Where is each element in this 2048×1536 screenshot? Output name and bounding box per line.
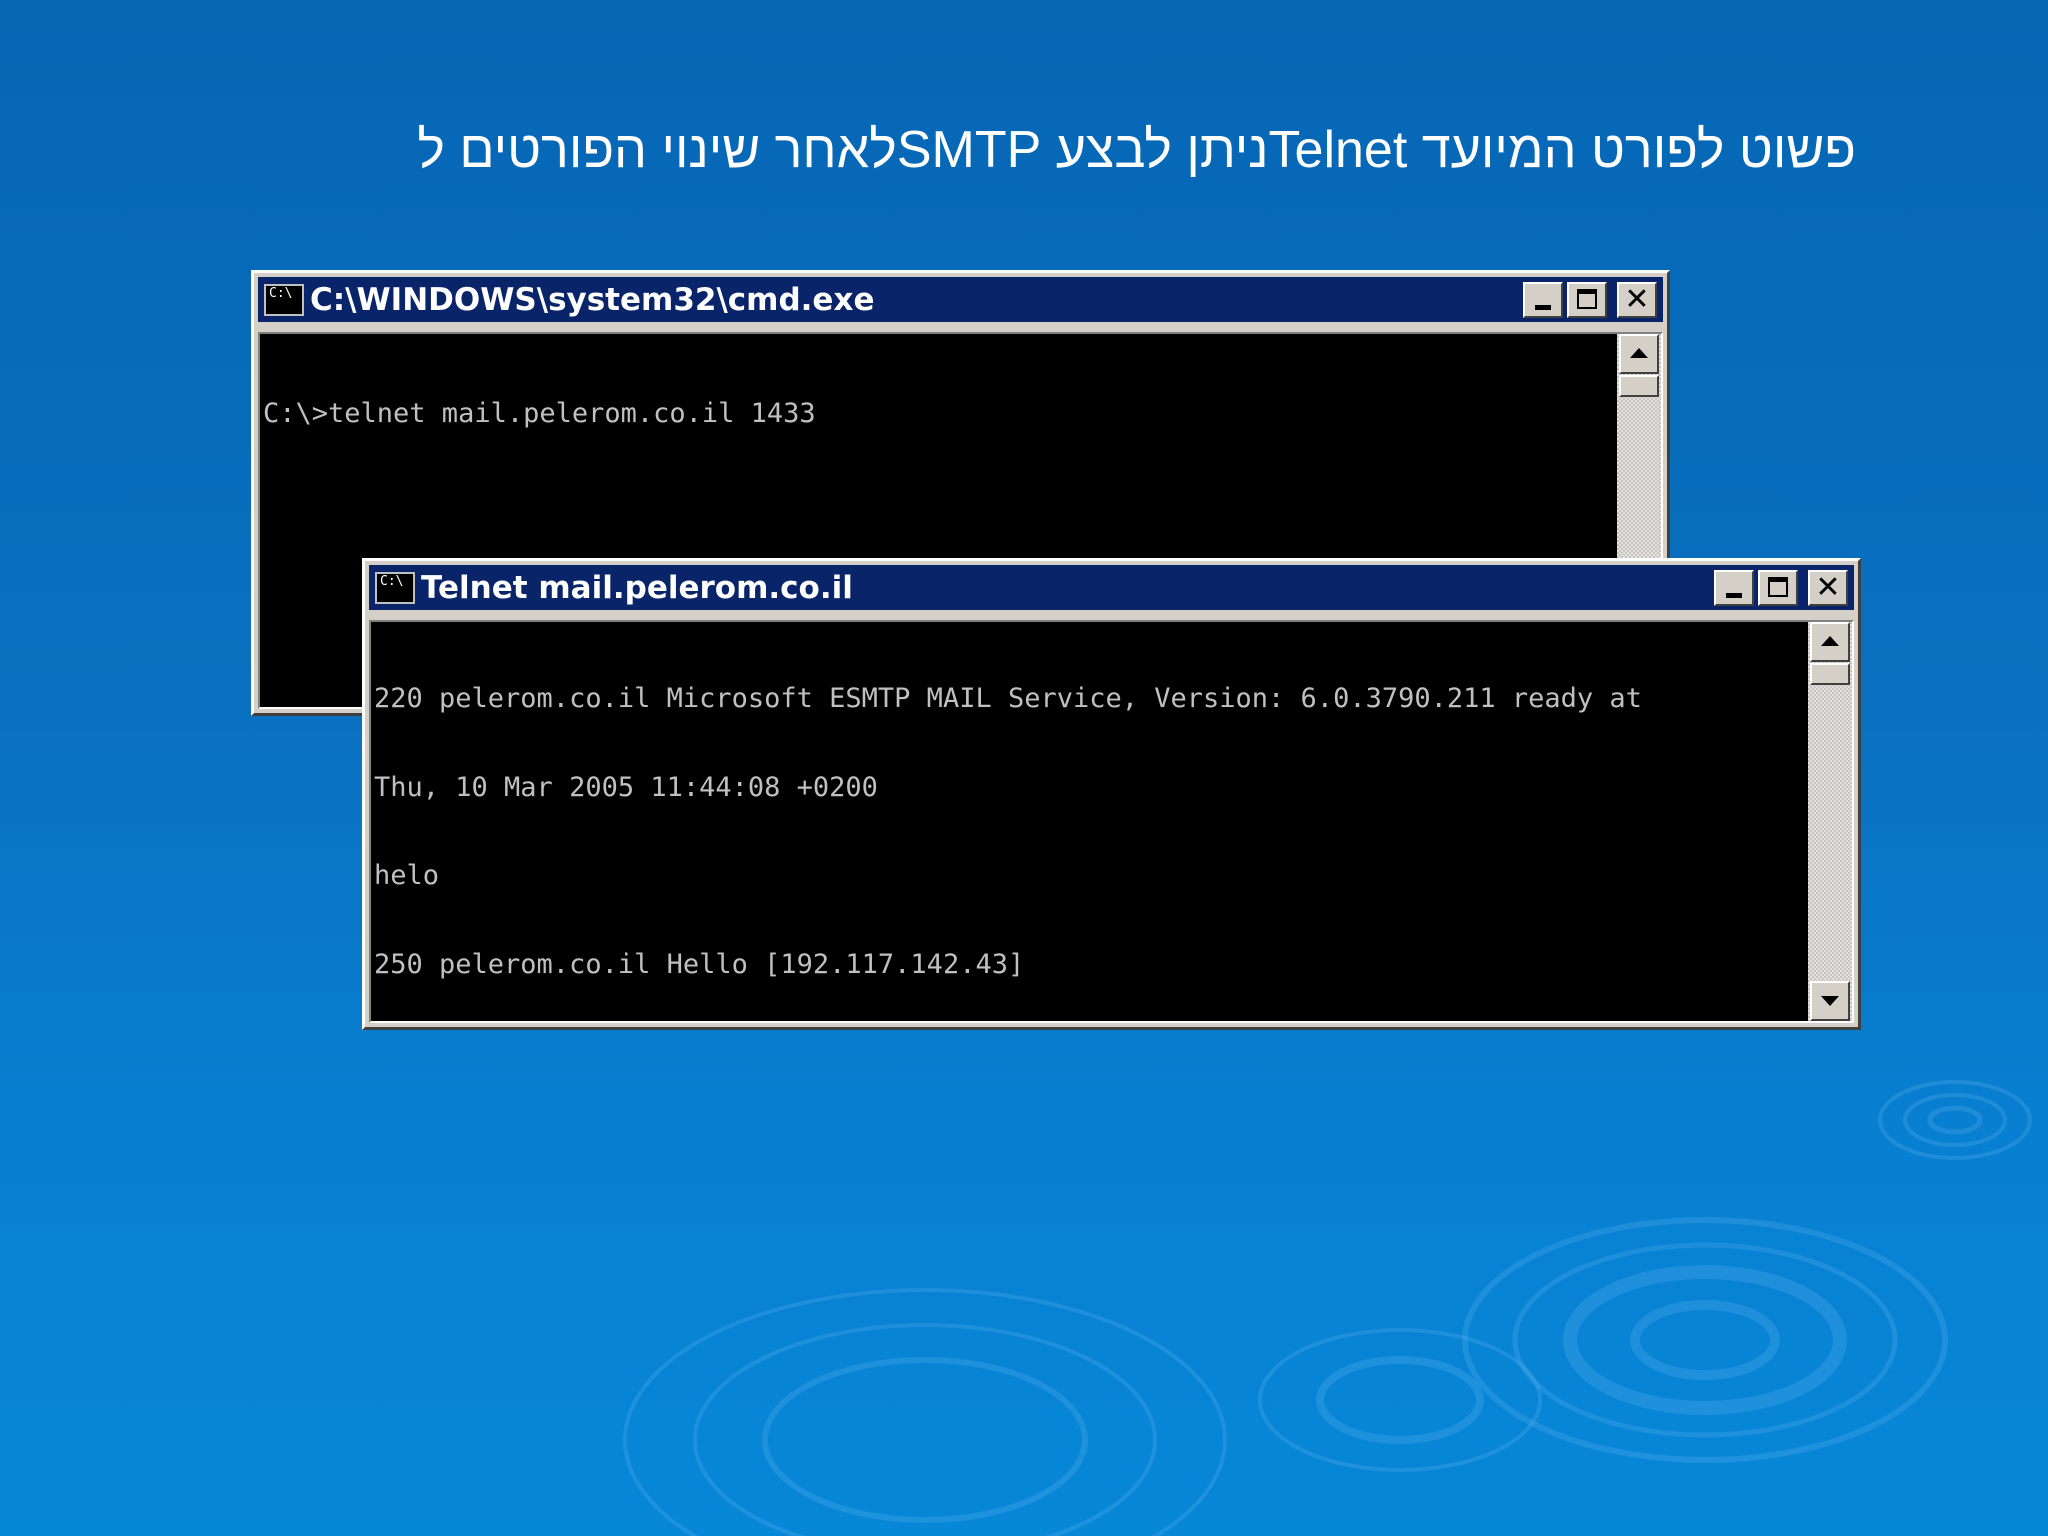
console-icon[interactable]: C:\ bbox=[375, 571, 415, 604]
console-line: Thu, 10 Mar 2005 11:44:08 +0200 bbox=[374, 771, 878, 803]
maximize-button[interactable] bbox=[1758, 569, 1798, 606]
minimize-icon bbox=[1726, 592, 1742, 598]
telnet-titlebar[interactable]: C:\ Telnet mail.pelerom.co.il ✕ bbox=[369, 565, 1854, 610]
telnet-vertical-scrollbar[interactable] bbox=[1808, 622, 1852, 1021]
maximize-button[interactable] bbox=[1567, 281, 1607, 318]
maximize-icon bbox=[1768, 576, 1788, 597]
slide-heading: פשוט לפורט המיועד Telnetניתן לבצע SMTPלא… bbox=[417, 121, 1856, 179]
telnet-console-area[interactable]: 220 pelerom.co.il Microsoft ESMTP MAIL S… bbox=[369, 620, 1854, 1023]
minimize-button[interactable] bbox=[1714, 569, 1754, 606]
console-line: helo bbox=[374, 860, 440, 891]
cmd-titlebar[interactable]: C:\ C:\WINDOWS\system32\cmd.exe ✕ bbox=[258, 277, 1663, 322]
minimize-icon bbox=[1535, 304, 1551, 310]
telnet-window-title: Telnet mail.pelerom.co.il bbox=[421, 569, 853, 606]
arrow-down-icon bbox=[1821, 996, 1839, 1006]
close-icon: ✕ bbox=[1815, 569, 1841, 605]
close-button[interactable]: ✕ bbox=[1617, 281, 1657, 318]
console-line: 250 pelerom.co.il Hello [192.117.142.43] bbox=[374, 948, 1025, 980]
arrow-up-icon bbox=[1821, 636, 1839, 646]
minimize-button[interactable] bbox=[1523, 281, 1563, 318]
scroll-thumb[interactable] bbox=[1810, 663, 1850, 685]
arrow-up-icon bbox=[1630, 348, 1648, 358]
cmd-window-title: C:\WINDOWS\system32\cmd.exe bbox=[310, 281, 875, 318]
telnet-console-output: 220 pelerom.co.il Microsoft ESMTP MAIL S… bbox=[371, 622, 1808, 1021]
telnet-window[interactable]: C:\ Telnet mail.pelerom.co.il ✕ 220 pele… bbox=[362, 558, 1861, 1030]
console-line: 220 pelerom.co.il Microsoft ESMTP MAIL S… bbox=[374, 683, 1642, 714]
console-icon[interactable]: C:\ bbox=[264, 283, 304, 316]
telnet-titlebar-buttons: ✕ bbox=[1714, 569, 1848, 606]
scroll-down-button[interactable] bbox=[1810, 981, 1850, 1021]
scroll-up-button[interactable] bbox=[1810, 622, 1850, 662]
maximize-icon bbox=[1577, 288, 1597, 309]
console-line: C:\>telnet mail.pelerom.co.il 1433 bbox=[263, 398, 816, 429]
scroll-thumb[interactable] bbox=[1619, 375, 1659, 397]
cmd-titlebar-buttons: ✕ bbox=[1523, 281, 1657, 318]
scroll-up-button[interactable] bbox=[1619, 334, 1659, 374]
close-icon: ✕ bbox=[1624, 281, 1650, 317]
close-button[interactable]: ✕ bbox=[1808, 569, 1848, 606]
